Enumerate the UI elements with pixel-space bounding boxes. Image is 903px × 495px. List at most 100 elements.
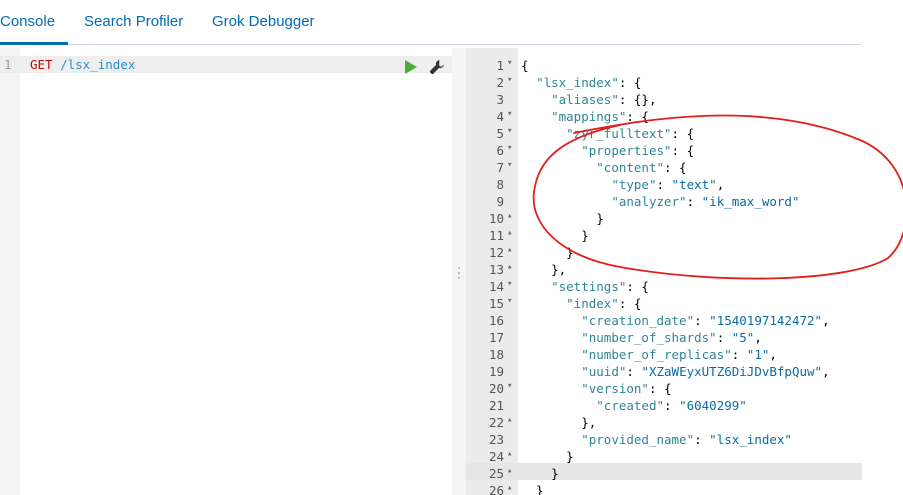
response-gutter-line: 22 ▴	[466, 414, 518, 431]
fold-close-icon[interactable]: ▴	[507, 211, 512, 221]
line-number: 9	[496, 194, 504, 209]
response-gutter-line: 2 ▾	[466, 74, 518, 91]
response-gutter-line: 8	[466, 176, 518, 193]
line-number: 22	[488, 415, 504, 430]
fold-close-icon[interactable]: ▴	[507, 262, 512, 272]
response-gutter-line: 24 ▴	[466, 448, 518, 465]
response-line: "properties": {	[581, 143, 695, 158]
response-line: }	[521, 483, 544, 495]
line-number: 7	[496, 160, 504, 175]
response-line: "creation_date": "1540197142472",	[581, 313, 830, 328]
request-line-number: 1	[4, 57, 12, 72]
fold-close-icon[interactable]: ▴	[507, 228, 512, 238]
line-number: 3	[496, 92, 504, 107]
wrench-icon[interactable]	[428, 58, 446, 76]
request-editor[interactable]: 1 GET /lsx_index	[0, 48, 452, 495]
line-number: 20	[488, 381, 504, 396]
fold-open-icon[interactable]: ▾	[507, 109, 512, 119]
response-gutter-line: 9	[466, 193, 518, 210]
active-tab-indicator	[0, 42, 68, 45]
response-gutter-line: 18	[466, 346, 518, 363]
response-line: "settings": {	[551, 279, 649, 294]
line-number: 18	[488, 347, 504, 362]
response-line: "aliases": {},	[551, 92, 657, 107]
fold-open-icon[interactable]: ▾	[507, 160, 512, 170]
tab-console[interactable]: Console	[0, 13, 55, 30]
request-line[interactable]: GET /lsx_index	[30, 57, 135, 72]
response-line: "number_of_shards": "5",	[581, 330, 762, 345]
response-line: "content": {	[596, 160, 687, 175]
request-gutter	[0, 48, 20, 495]
fold-close-icon[interactable]: ▴	[507, 449, 512, 459]
response-gutter-line: 11 ▴	[466, 227, 518, 244]
line-number: 11	[488, 228, 504, 243]
response-line: }	[521, 449, 574, 464]
response-line: "provided_name": "lsx_index"	[581, 432, 792, 447]
line-number: 21	[488, 398, 504, 413]
response-gutter-line: 13 ▴	[466, 261, 518, 278]
line-number: 12	[488, 245, 504, 260]
response-gutter-line: 21	[466, 397, 518, 414]
response-line: "index": {	[566, 296, 642, 311]
fold-close-icon[interactable]: ▴	[507, 415, 512, 425]
line-number: 10	[488, 211, 504, 226]
response-line: }	[521, 466, 559, 481]
fold-open-icon[interactable]: ▾	[507, 58, 512, 68]
response-line: "type": "text",	[611, 177, 725, 192]
response-line: }	[521, 211, 604, 226]
app-tabs: Console Search Profiler Grok Debugger	[0, 0, 862, 45]
response-gutter-line: 20 ▾	[466, 380, 518, 397]
response-line: "lsx_index": {	[536, 75, 642, 90]
fold-close-icon[interactable]: ▴	[507, 466, 512, 476]
line-number: 25	[488, 466, 504, 481]
tab-grok-debugger[interactable]: Grok Debugger	[212, 13, 315, 30]
line-number: 24	[488, 449, 504, 464]
line-number: 8	[496, 177, 504, 192]
response-gutter-line: 14 ▾	[466, 278, 518, 295]
run-request-icon[interactable]	[405, 60, 417, 74]
response-gutter-line: 5 ▾	[466, 125, 518, 142]
response-line: {	[521, 58, 529, 73]
response-gutter-line: 1 ▾	[466, 57, 518, 74]
tab-search-profiler[interactable]: Search Profiler	[84, 13, 183, 30]
response-line: }	[521, 245, 574, 260]
response-line: "number_of_replicas": "1",	[581, 347, 777, 362]
line-number: 15	[488, 296, 504, 311]
fold-open-icon[interactable]: ▾	[507, 126, 512, 136]
line-number: 17	[488, 330, 504, 345]
fold-open-icon[interactable]: ▾	[507, 75, 512, 85]
response-gutter-line: 4 ▾	[466, 108, 518, 125]
line-number: 4	[496, 109, 504, 124]
fold-open-icon[interactable]: ▾	[507, 143, 512, 153]
response-line: "created": "6040299"	[596, 398, 747, 413]
line-number: 26	[488, 483, 504, 495]
response-line: },	[521, 415, 597, 430]
response-viewer[interactable]: 1 ▾{2 ▾ "lsx_index": {3 "aliases": {}, 4 ▾ "…	[466, 48, 862, 495]
fold-open-icon[interactable]: ▾	[507, 296, 512, 306]
line-number: 13	[488, 262, 504, 277]
response-line: "zyr_fulltext": {	[566, 126, 695, 141]
response-gutter-line: 19	[466, 363, 518, 380]
response-line: }	[521, 228, 589, 243]
line-number: 19	[488, 364, 504, 379]
line-number: 2	[496, 75, 504, 90]
response-gutter-line: 3	[466, 91, 518, 108]
response-gutter-line: 25 ▴	[466, 465, 518, 482]
line-number: 16	[488, 313, 504, 328]
fold-open-icon[interactable]: ▾	[507, 279, 512, 289]
resizer-handle-icon[interactable]: · · ·	[457, 261, 461, 283]
line-number: 5	[496, 126, 504, 141]
fold-close-icon[interactable]: ▴	[507, 483, 512, 493]
response-gutter-line: 7 ▾	[466, 159, 518, 176]
response-line: "analyzer": "ik_max_word"	[611, 194, 800, 209]
response-gutter-line: 6 ▾	[466, 142, 518, 159]
response-line: "mappings": {	[551, 109, 649, 124]
fold-close-icon[interactable]: ▴	[507, 245, 512, 255]
response-line: "uuid": "XZaWEyxUTZ6DiJDvBfpQuw",	[581, 364, 830, 379]
line-number: 6	[496, 143, 504, 158]
fold-open-icon[interactable]: ▾	[507, 381, 512, 391]
line-number: 14	[488, 279, 504, 294]
response-gutter-line: 17	[466, 329, 518, 346]
response-gutter-line: 23	[466, 431, 518, 448]
line-number: 1	[496, 58, 504, 73]
